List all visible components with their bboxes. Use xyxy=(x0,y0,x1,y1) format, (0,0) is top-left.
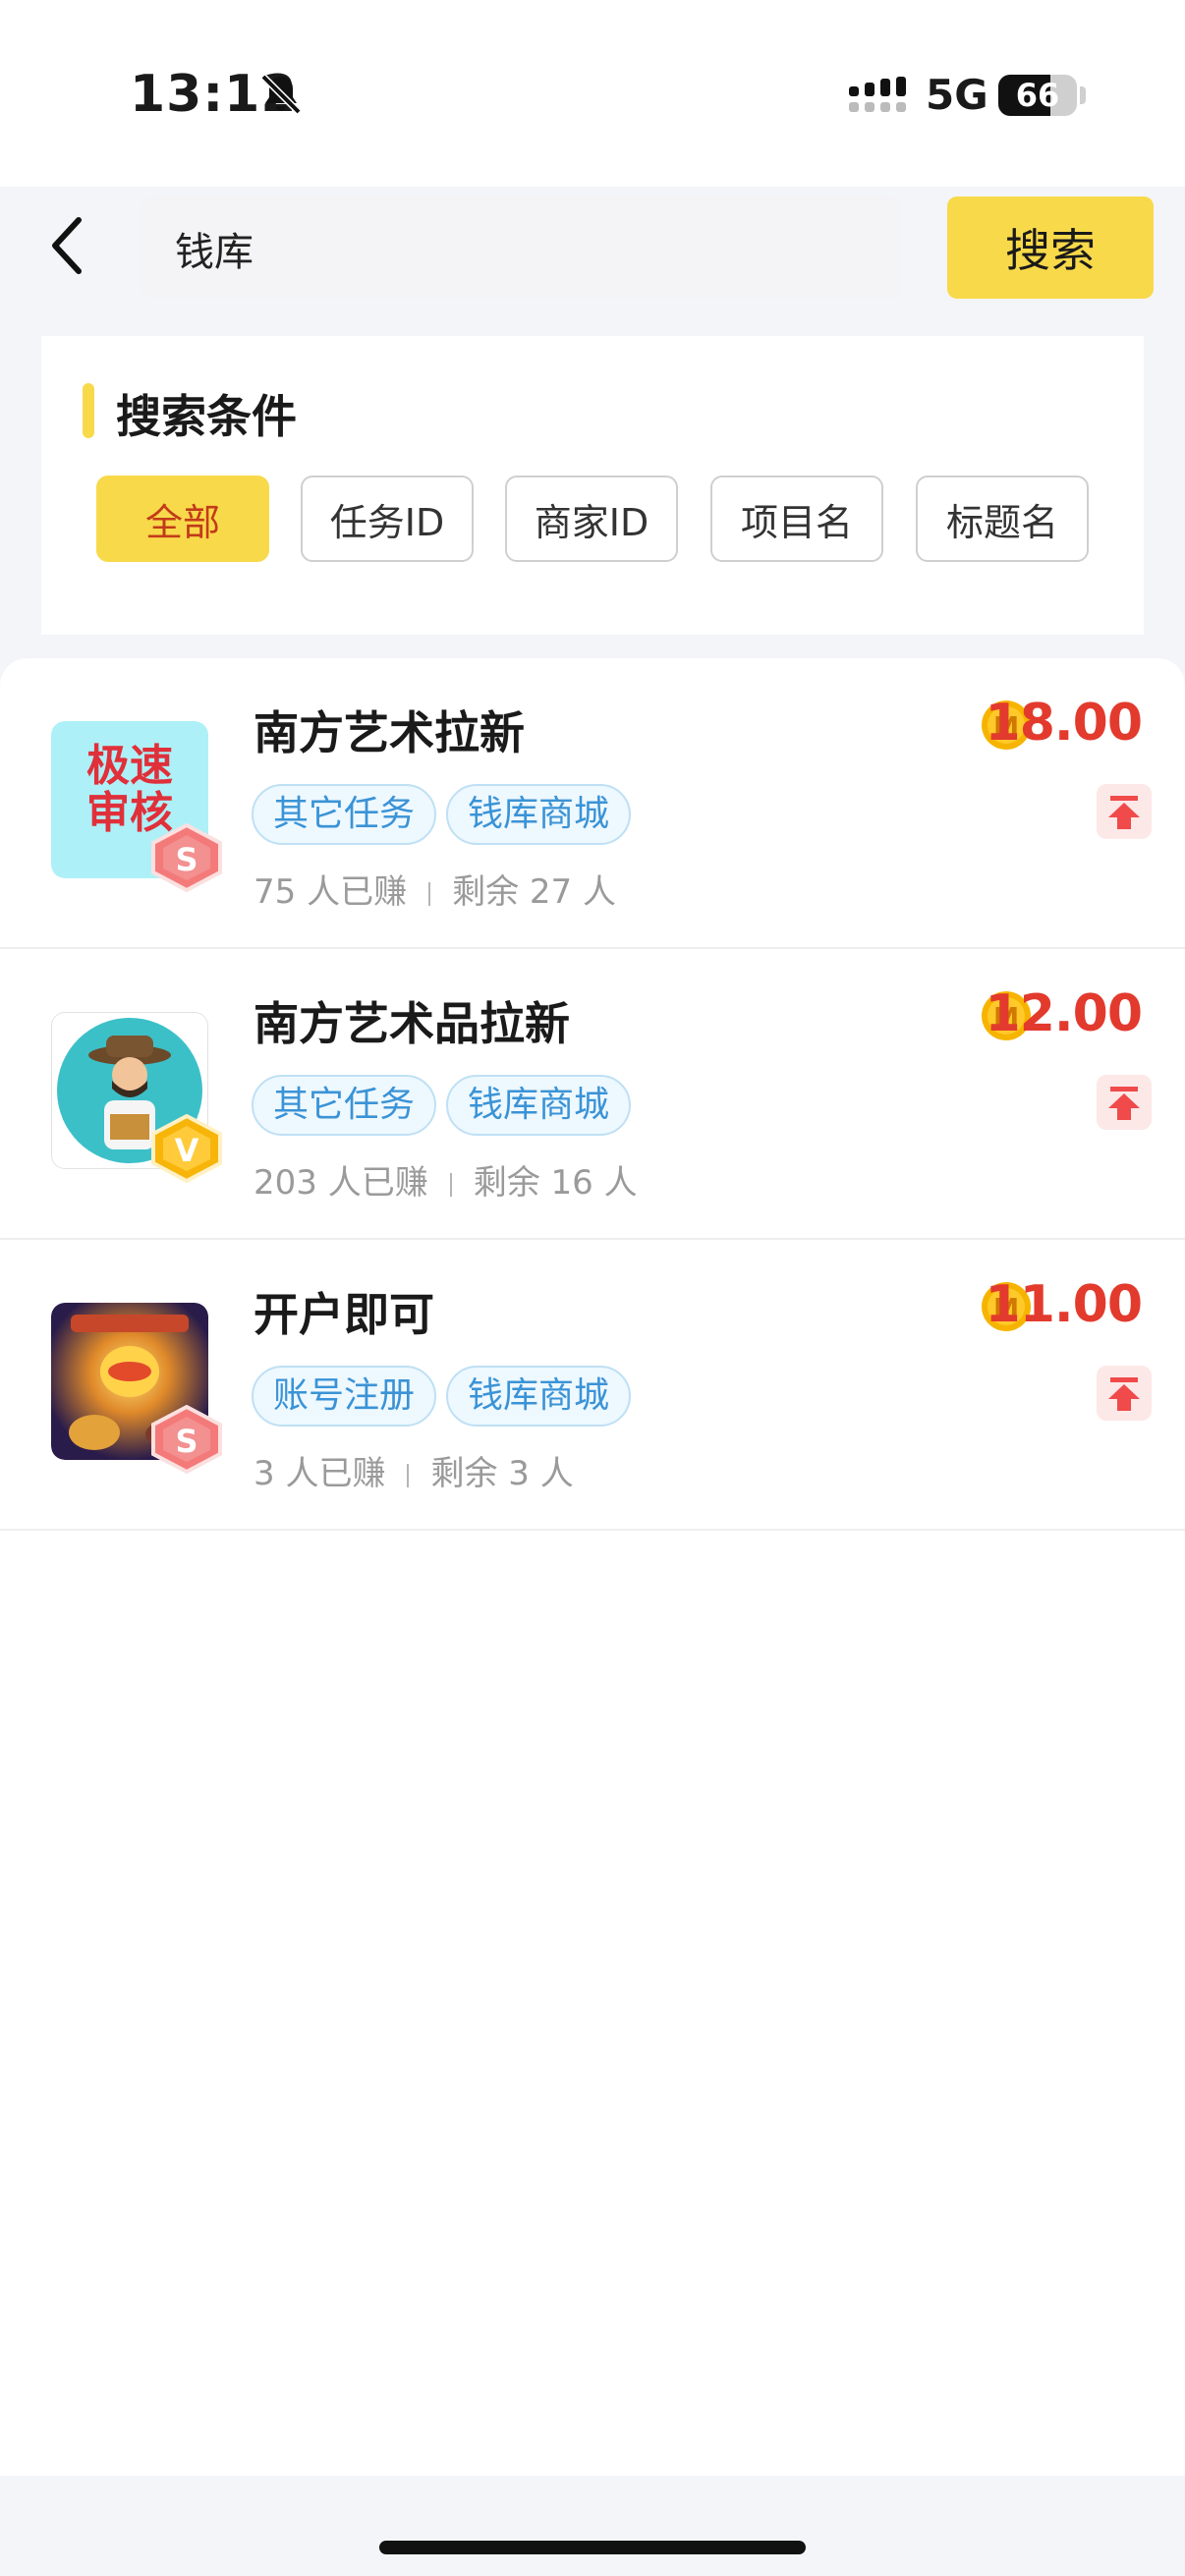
task-item[interactable]: S 开户即可 账号注册 钱库商城 3 人已赚 剩余 3 人 M 11.00 xyxy=(0,1240,1185,1531)
task-title: 开户即可 xyxy=(254,1288,434,1341)
remaining-count: 剩余 3 人 xyxy=(430,1454,574,1493)
earned-count: 3 人已赚 xyxy=(254,1454,386,1493)
battery-icon: 66 xyxy=(998,75,1077,116)
task-item[interactable]: V 南方艺术品拉新 其它任务 钱库商城 203 人已赚 剩余 16 人 M 12.… xyxy=(0,949,1185,1240)
task-stats: 3 人已赚 剩余 3 人 xyxy=(254,1446,574,1494)
chevron-left-icon[interactable] xyxy=(43,214,98,277)
search-button[interactable]: 搜索 xyxy=(947,196,1154,299)
task-tag: 钱库商城 xyxy=(446,1366,632,1427)
chip-title-name[interactable]: 标题名 xyxy=(916,476,1089,562)
pin-top-icon[interactable] xyxy=(1097,784,1152,839)
home-indicator xyxy=(379,2541,806,2554)
battery-level: 66 xyxy=(1015,77,1060,114)
task-price: 11.00 xyxy=(985,1275,1143,1334)
search-box[interactable] xyxy=(140,196,902,301)
task-tag: 账号注册 xyxy=(252,1366,437,1427)
badge-letter: S xyxy=(175,1423,198,1460)
rank-badge-icon: S xyxy=(151,1405,222,1474)
earned-count: 203 人已赚 xyxy=(254,1163,428,1203)
vip-badge-icon: V xyxy=(151,1114,222,1183)
task-item[interactable]: 极速审核 S 南方艺术拉新 其它任务 钱库商城 75 人已赚 剩余 27 人 M … xyxy=(0,658,1185,949)
task-thumbnail: S xyxy=(51,1303,222,1474)
network-type: 5G xyxy=(926,71,988,119)
task-thumbnail: 极速审核 S xyxy=(51,721,222,892)
chip-project-name[interactable]: 项目名 xyxy=(710,476,883,562)
search-input[interactable] xyxy=(173,196,865,301)
signal-icon xyxy=(849,77,906,112)
battery-cap xyxy=(1080,86,1086,104)
chip-task-id[interactable]: 任务ID xyxy=(301,476,474,562)
remaining-count: 剩余 16 人 xyxy=(473,1163,638,1203)
pin-top-icon[interactable] xyxy=(1097,1075,1152,1130)
badge-letter: S xyxy=(175,841,198,878)
chip-all[interactable]: 全部 xyxy=(96,476,269,562)
task-tag: 钱库商城 xyxy=(446,1075,632,1136)
earned-count: 75 人已赚 xyxy=(254,872,408,912)
status-bar: 13:12 5G 66 xyxy=(0,0,1185,187)
task-stats: 75 人已赚 剩余 27 人 xyxy=(254,865,616,913)
task-price: 12.00 xyxy=(985,984,1143,1043)
rank-badge-icon: S xyxy=(151,823,222,892)
task-thumbnail: V xyxy=(51,1012,222,1183)
remaining-count: 剩余 27 人 xyxy=(452,872,616,912)
pin-top-icon[interactable] xyxy=(1097,1366,1152,1421)
task-title: 南方艺术拉新 xyxy=(254,706,525,759)
chip-merchant-id[interactable]: 商家ID xyxy=(505,476,678,562)
task-price: 18.00 xyxy=(985,694,1143,753)
conditions-title: 搜索条件 xyxy=(116,390,297,443)
badge-letter: V xyxy=(175,1132,199,1169)
task-stats: 203 人已赚 剩余 16 人 xyxy=(254,1155,638,1204)
section-accent-bar xyxy=(83,383,94,438)
bell-mute-icon xyxy=(260,74,302,115)
task-list: 极速审核 S 南方艺术拉新 其它任务 钱库商城 75 人已赚 剩余 27 人 M … xyxy=(0,658,1185,2476)
task-title: 南方艺术品拉新 xyxy=(254,997,570,1050)
task-tag: 其它任务 xyxy=(252,1075,437,1136)
task-tag: 钱库商城 xyxy=(446,784,632,845)
task-tag: 其它任务 xyxy=(252,784,437,845)
search-conditions-card: 搜索条件 全部 任务ID 商家ID 项目名 标题名 xyxy=(41,336,1144,635)
